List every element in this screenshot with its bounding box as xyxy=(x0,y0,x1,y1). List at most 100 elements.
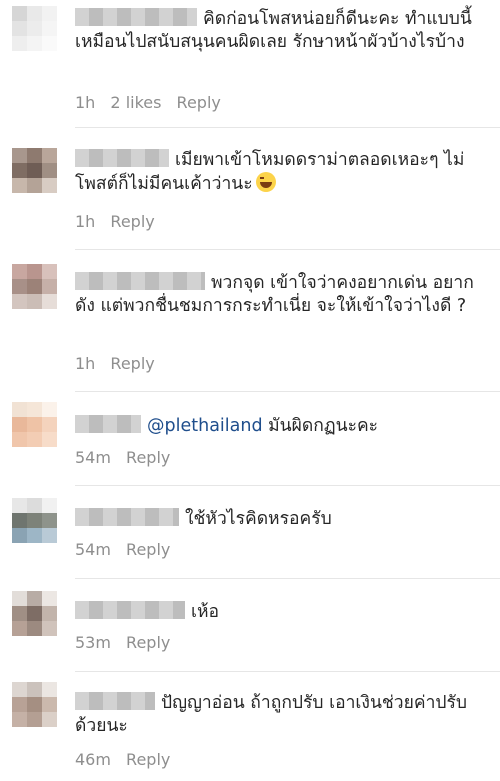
avatar-pixel xyxy=(12,417,27,432)
comment-time: 1h xyxy=(75,93,96,112)
comment-meta: 1h 2 likes Reply xyxy=(75,93,231,112)
comment-meta: 53m Reply xyxy=(75,633,180,652)
comment-time: 46m xyxy=(75,750,111,769)
reply-button[interactable]: Reply xyxy=(126,633,170,652)
avatar[interactable] xyxy=(12,682,57,727)
avatar-pixel xyxy=(27,712,42,727)
avatar[interactable] xyxy=(12,498,57,543)
avatar-pixel xyxy=(27,279,42,294)
avatar-pixel xyxy=(42,528,57,543)
avatar-pixel xyxy=(27,264,42,279)
avatar-pixel xyxy=(27,417,42,432)
username-blurred[interactable] xyxy=(75,508,179,526)
avatar-pixel xyxy=(42,21,57,36)
avatar-pixel xyxy=(42,148,57,163)
comment-body: เห้อ xyxy=(75,601,488,624)
username-blurred[interactable] xyxy=(75,692,155,710)
avatar-pixel xyxy=(42,417,57,432)
comment-text: ใช้หัวไรคิดหรอครับ xyxy=(185,509,332,529)
avatar-pixel xyxy=(42,682,57,697)
avatar-pixel xyxy=(27,148,42,163)
comment-body: ใช้หัวไรคิดหรอครับ xyxy=(75,508,488,531)
avatar-pixel xyxy=(27,36,42,51)
avatar-pixel xyxy=(12,148,27,163)
comment-text: มันผิดกฏนะคะ xyxy=(268,416,379,436)
avatar-pixel xyxy=(42,712,57,727)
avatar-pixel xyxy=(42,163,57,178)
avatar-pixel xyxy=(42,264,57,279)
username-blurred[interactable] xyxy=(75,8,197,26)
avatar-pixel xyxy=(12,36,27,51)
reply-button[interactable]: Reply xyxy=(110,212,154,231)
username-blurred[interactable] xyxy=(75,272,205,290)
avatar-pixel xyxy=(27,432,42,447)
mention-link[interactable]: @plethailand xyxy=(147,416,263,436)
avatar[interactable] xyxy=(12,264,57,309)
avatar-pixel xyxy=(12,528,27,543)
reply-button[interactable]: Reply xyxy=(126,448,170,467)
avatar-pixel xyxy=(12,178,27,193)
avatar-pixel xyxy=(27,591,42,606)
avatar[interactable] xyxy=(12,6,57,51)
avatar-pixel xyxy=(42,6,57,21)
avatar-pixel xyxy=(12,264,27,279)
avatar-pixel xyxy=(42,279,57,294)
avatar[interactable] xyxy=(12,402,57,447)
comment-time: 1h xyxy=(75,354,96,373)
reply-button[interactable]: Reply xyxy=(110,354,154,373)
comment-item: ใช้หัวไรคิดหรอครับ 54m Reply xyxy=(0,486,500,578)
reply-button[interactable]: Reply xyxy=(126,750,170,769)
avatar-pixel xyxy=(42,697,57,712)
avatar-pixel xyxy=(42,178,57,193)
avatar-pixel xyxy=(42,498,57,513)
username-blurred[interactable] xyxy=(75,601,185,619)
comment-body: เมียพาเข้าโหมดดราม่าตลอดเหอะๆ ไม่โพสต์ก็… xyxy=(75,149,488,196)
avatar-pixel xyxy=(12,21,27,36)
avatar-pixel xyxy=(12,279,27,294)
avatar-pixel xyxy=(12,606,27,621)
avatar-pixel xyxy=(27,528,42,543)
comment-meta: 1h Reply xyxy=(75,212,165,231)
comment-time: 54m xyxy=(75,448,111,467)
avatar-pixel xyxy=(27,513,42,528)
laughing-emoji-icon xyxy=(255,172,276,192)
username-blurred[interactable] xyxy=(75,149,169,167)
avatar-pixel xyxy=(12,432,27,447)
avatar-pixel xyxy=(12,712,27,727)
comment-text: เห้อ xyxy=(191,602,220,622)
avatar-pixel xyxy=(27,402,42,417)
avatar[interactable] xyxy=(12,148,57,193)
comment-item: คิดก่อนโพสหน่อยก็ดีนะคะ ทำแบบนี้เหมือนไป… xyxy=(0,0,500,124)
avatar-pixel xyxy=(12,682,27,697)
avatar-pixel xyxy=(12,621,27,636)
avatar-pixel xyxy=(42,402,57,417)
avatar-pixel xyxy=(27,498,42,513)
avatar-pixel xyxy=(42,432,57,447)
avatar-pixel xyxy=(12,498,27,513)
comment-body: พวกจุด เข้าใจว่าคงอยากเด่น อยากดัง แต่พว… xyxy=(75,272,488,318)
reply-button[interactable]: Reply xyxy=(177,93,221,112)
username-blurred[interactable] xyxy=(75,415,141,433)
avatar-pixel xyxy=(12,6,27,21)
avatar[interactable] xyxy=(12,591,57,636)
comment-meta: 1h Reply xyxy=(75,354,165,373)
avatar-pixel xyxy=(42,606,57,621)
avatar-pixel xyxy=(27,682,42,697)
comment-meta: 54m Reply xyxy=(75,448,180,467)
comment-time: 53m xyxy=(75,633,111,652)
avatar-pixel xyxy=(27,606,42,621)
avatar-pixel xyxy=(12,591,27,606)
avatar-pixel xyxy=(12,163,27,178)
avatar-pixel xyxy=(42,294,57,309)
comment-body: คิดก่อนโพสหน่อยก็ดีนะคะ ทำแบบนี้เหมือนไป… xyxy=(75,8,488,54)
comment-meta: 54m Reply xyxy=(75,540,180,559)
comment-item: @plethailand มันผิดกฏนะคะ 54m Reply xyxy=(0,392,500,484)
likes-count[interactable]: 2 likes xyxy=(110,93,161,112)
avatar-pixel xyxy=(42,591,57,606)
avatar-pixel xyxy=(42,621,57,636)
comment-time: 1h xyxy=(75,212,96,231)
avatar-pixel xyxy=(12,513,27,528)
comment-time: 54m xyxy=(75,540,111,559)
reply-button[interactable]: Reply xyxy=(126,540,170,559)
avatar-pixel xyxy=(27,163,42,178)
